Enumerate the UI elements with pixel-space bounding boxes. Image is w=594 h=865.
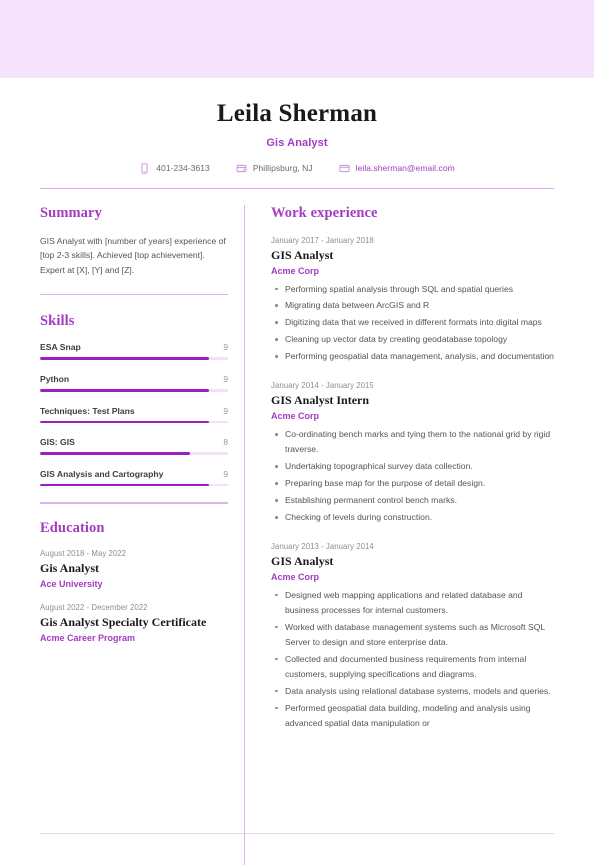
work-entry-bullet: Collected and documented business requir… bbox=[275, 652, 554, 682]
work-entry-bullets: Designed web mapping applications and re… bbox=[271, 588, 554, 731]
work-entry-bullets: Co-ordinating bench marks and tying them… bbox=[271, 427, 554, 525]
skill-level: 9 bbox=[223, 405, 228, 416]
skill-progress-fill bbox=[40, 388, 210, 392]
skill-name: Techniques: Test Plans bbox=[40, 405, 135, 416]
skill-name: Python bbox=[40, 373, 70, 384]
work-entry-role: GIS Analyst bbox=[271, 247, 334, 262]
skills-section-title: Skills bbox=[40, 313, 75, 330]
work-entry-bullet: Designed web mapping applications and re… bbox=[275, 588, 554, 618]
education-entry-degree: Gis Analyst Specialty Certificate bbox=[40, 614, 207, 629]
skill-progress-track bbox=[40, 357, 228, 360]
skill-progress-fill bbox=[40, 420, 210, 424]
summary-text: GIS Analyst with [number of years] exper… bbox=[40, 235, 226, 276]
work-experience-entry: January 2014 - January 2015 GIS Analyst I… bbox=[271, 381, 554, 525]
summary-divider bbox=[40, 293, 228, 296]
skill-progress-track bbox=[40, 452, 228, 455]
skill-item: GIS: GIS 8 bbox=[40, 437, 228, 455]
work-entry-bullet: Preparing base map for the purpose of de… bbox=[275, 476, 554, 491]
left-column: Summary GIS Analyst with [number of year… bbox=[40, 205, 244, 865]
work-entry-bullet: Co-ordinating bench marks and tying them… bbox=[275, 427, 554, 457]
work-entry-bullet: Digitizing data that we received in diff… bbox=[275, 315, 554, 330]
skill-level: 8 bbox=[223, 437, 228, 448]
work-entry-bullet: Performing geospatial data management, a… bbox=[275, 349, 554, 364]
contact-phone[interactable]: 401-234-3613 bbox=[139, 162, 210, 174]
work-entry-bullet: Data analysis using relational database … bbox=[275, 684, 554, 699]
header-job-title: Gis Analyst bbox=[266, 136, 328, 149]
skill-progress-fill bbox=[40, 452, 191, 455]
page-title: Leila Sherman bbox=[216, 100, 378, 127]
contact-email-text[interactable]: leila.sherman@email.com bbox=[356, 163, 455, 173]
skill-level: 9 bbox=[223, 373, 228, 384]
skill-item: Python 9 bbox=[40, 374, 228, 392]
education-section-title: Education bbox=[40, 519, 105, 536]
work-entry-bullet: Cleaning up vector data by creating geod… bbox=[275, 332, 554, 347]
work-entry-bullet: Checking of levels during construction. bbox=[275, 510, 554, 525]
skill-item: GIS Analysis and Cartography 9 bbox=[40, 469, 228, 487]
work-entry-role: GIS Analyst bbox=[271, 553, 334, 568]
work-entry-date: January 2014 - January 2015 bbox=[271, 381, 374, 391]
work-entry-company: Acme Corp bbox=[271, 411, 320, 422]
education-entry-degree: Gis Analyst bbox=[40, 560, 100, 575]
education-section: Education August 2018 - May 2022 Gis Anal… bbox=[40, 520, 228, 643]
resume-header: Leila Sherman Gis Analyst 401-234-3613 P… bbox=[0, 78, 594, 174]
education-entry: August 2022 - December 2022 Gis Analyst S… bbox=[40, 603, 228, 643]
skill-progress-track bbox=[40, 483, 228, 487]
work-entry-date: January 2013 - January 2014 bbox=[271, 541, 374, 551]
header-band bbox=[0, 0, 594, 78]
work-experience-entry: January 2013 - January 2014 GIS Analyst Ac… bbox=[271, 542, 554, 731]
contact-email[interactable]: leila.sherman@email.com bbox=[339, 163, 455, 174]
work-entry-bullet: Undertaking topographical survey data co… bbox=[275, 459, 554, 474]
skills-divider bbox=[40, 502, 228, 504]
skill-name: GIS: GIS bbox=[40, 437, 75, 448]
education-entry-school: Acme Career Program bbox=[40, 632, 136, 643]
resume-body: Summary GIS Analyst with [number of year… bbox=[0, 204, 594, 865]
skill-level: 9 bbox=[223, 468, 228, 479]
contact-row: 401-234-3613 Phillipsburg, NJ leila.sher… bbox=[40, 162, 554, 174]
location-icon bbox=[236, 163, 247, 174]
skill-name: ESA Snap bbox=[40, 342, 81, 353]
work-entry-bullet: Performing spatial analysis through SQL … bbox=[275, 282, 554, 297]
skill-level: 9 bbox=[223, 342, 228, 353]
work-entry-role: GIS Analyst Intern bbox=[271, 393, 370, 408]
contact-location-text: Phillipsburg, NJ bbox=[252, 163, 313, 173]
work-experience-entry: January 2017 - January 2018 GIS Analyst Ac… bbox=[271, 236, 554, 365]
work-entry-bullets: Performing spatial analysis through SQL … bbox=[271, 282, 554, 365]
contact-phone-text: 401-234-3613 bbox=[156, 163, 210, 173]
work-entry-company: Acme Corp bbox=[271, 265, 320, 276]
work-entry-bullet: Establishing permanent control bench mar… bbox=[275, 493, 554, 508]
education-entry-date: August 2022 - December 2022 bbox=[40, 602, 148, 612]
work-experience-section-title: Work experience bbox=[271, 204, 378, 221]
contact-location[interactable]: Phillipsburg, NJ bbox=[236, 163, 313, 174]
summary-section-title: Summary bbox=[40, 204, 102, 221]
skill-progress-fill bbox=[40, 483, 210, 487]
work-entry-bullet: Worked with database management systems … bbox=[275, 620, 554, 650]
work-entry-bullet: Performed geospatial data building, mode… bbox=[275, 701, 554, 731]
skills-section: Skills ESA Snap 9 Python 9 Techniques: Test … bbox=[40, 313, 228, 504]
summary-section: Summary GIS Analyst with [number of year… bbox=[40, 205, 228, 296]
work-experience-list: January 2017 - January 2018 GIS Analyst Ac… bbox=[271, 236, 554, 731]
work-entry-date: January 2017 - January 2018 bbox=[271, 235, 374, 245]
skill-item: ESA Snap 9 bbox=[40, 342, 228, 360]
skill-progress-fill bbox=[40, 357, 210, 360]
education-entry: August 2018 - May 2022 Gis Analyst Ace Uni… bbox=[40, 549, 228, 589]
page-bottom-divider bbox=[40, 833, 554, 834]
header-divider bbox=[40, 187, 554, 189]
skill-name: GIS Analysis and Cartography bbox=[40, 468, 164, 479]
skill-progress-track bbox=[40, 388, 228, 392]
education-entry-date: August 2018 - May 2022 bbox=[40, 548, 127, 558]
phone-icon bbox=[139, 162, 150, 174]
education-entry-school: Ace University bbox=[40, 578, 103, 589]
email-icon bbox=[339, 163, 350, 174]
skill-item: Techniques: Test Plans 9 bbox=[40, 406, 228, 424]
work-entry-bullet: Migrating data between ArcGIS and R bbox=[275, 298, 554, 313]
education-list: August 2018 - May 2022 Gis Analyst Ace Uni… bbox=[40, 549, 228, 643]
skills-list: ESA Snap 9 Python 9 Techniques: Test Plans 9 G… bbox=[40, 342, 228, 487]
work-entry-company: Acme Corp bbox=[271, 571, 320, 582]
right-column: Work experience January 2017 - January 2… bbox=[245, 205, 554, 865]
skill-progress-track bbox=[40, 420, 228, 424]
